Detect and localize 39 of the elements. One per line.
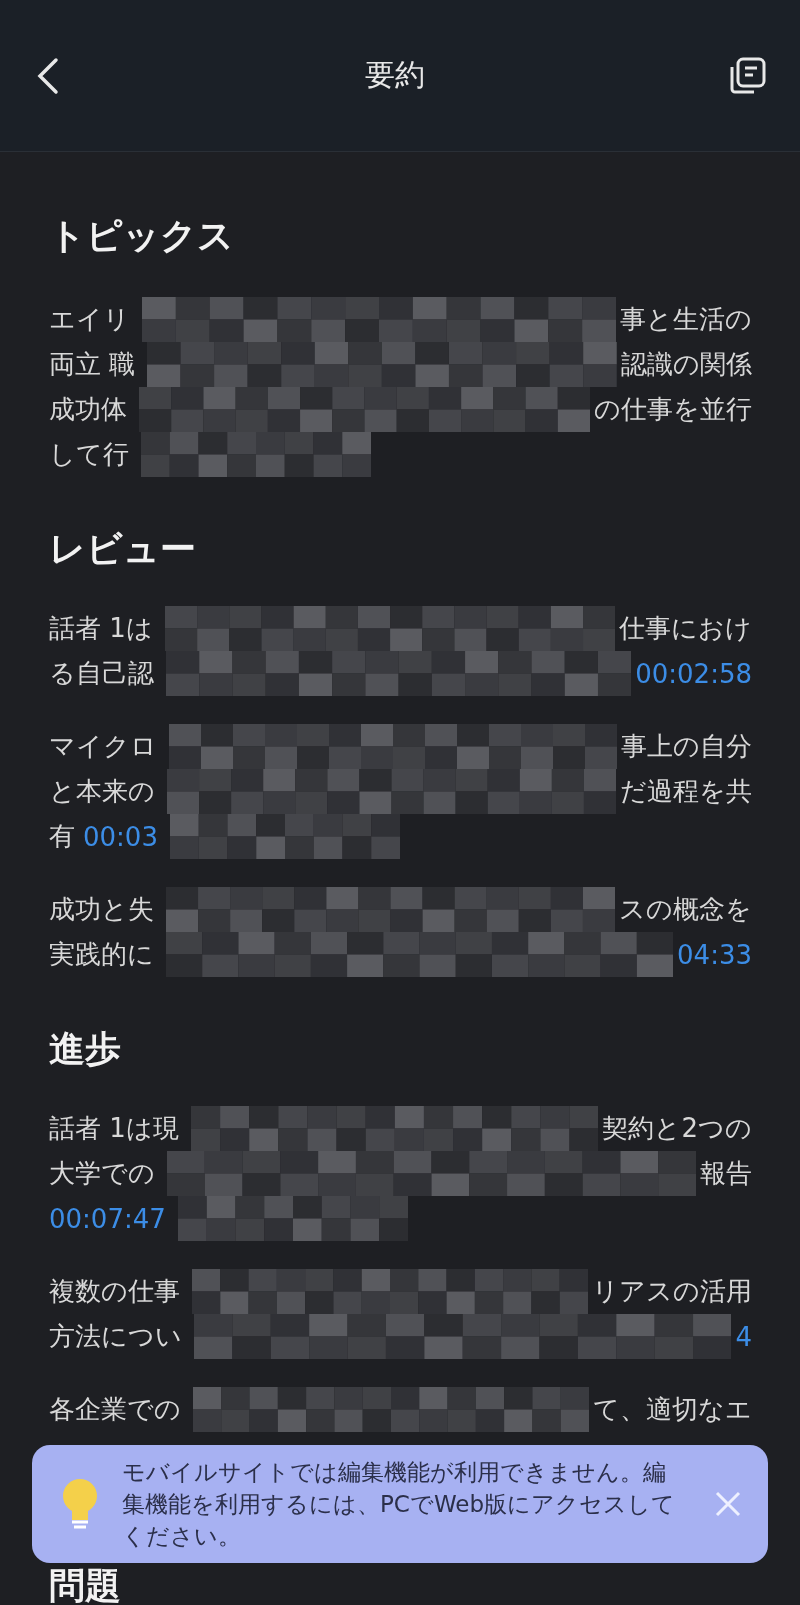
timestamp-link[interactable]: 04:33 — [677, 939, 752, 970]
summary-text: 成功と失 — [49, 893, 154, 926]
timestamp-link[interactable]: 00:07:47 — [49, 1203, 166, 1234]
summary-text: 大学での — [49, 1157, 155, 1190]
summary-text: 両立 職 — [49, 348, 136, 381]
summary-text: リアスの活用 — [592, 1275, 752, 1308]
summary-text: 事と生活の — [620, 303, 752, 336]
summary-text: して行 — [49, 438, 129, 471]
section-heading: トピックス — [49, 214, 235, 258]
summary-text: て、適切なエ — [593, 1393, 752, 1426]
summary-text: 仕事におけ — [619, 612, 752, 645]
timestamp-link[interactable]: 00:02:58 — [635, 658, 752, 689]
summary-text: マイクロ — [49, 730, 157, 763]
summary-text: の仕事を並行 — [594, 393, 752, 426]
summary-text: 複数の仕事 — [49, 1275, 180, 1308]
summary-text: 事上の自分 — [621, 730, 752, 763]
summary-text: 実践的に — [49, 938, 154, 971]
summary-text: 報告 — [700, 1157, 752, 1190]
section-heading: レビュー — [49, 527, 197, 571]
timestamp-link[interactable]: 00:03 — [83, 821, 158, 852]
summary-text: と本来の — [49, 775, 155, 808]
summary-text: 話者 1は — [49, 612, 153, 645]
summary-text: 各企業での — [49, 1393, 181, 1426]
summary-text: 方法につい — [49, 1320, 182, 1353]
section-heading: 進歩 — [49, 1027, 122, 1071]
lightbulb-icon — [60, 1476, 100, 1532]
page-title: 要約 — [365, 56, 425, 94]
summary-text: スの概念を — [619, 893, 752, 926]
summary-text: だ過程を共 — [620, 775, 752, 808]
summary-text: 契約と2つの — [602, 1112, 752, 1145]
timestamp-link[interactable]: 4 — [735, 1321, 752, 1352]
section-heading: 問題 — [49, 1567, 122, 1605]
summary-text: エイリ — [49, 303, 130, 336]
summary-text: る自己認 — [49, 657, 154, 690]
summary-text: 話者 1は現 — [49, 1112, 179, 1145]
banner-message: モバイルサイトでは編集機能が利用できません。編集機能を利用するには、PCでWeb版にアクセスしてください。 — [122, 1458, 677, 1551]
summary-text: 認識の関係 — [621, 348, 752, 381]
summary-text: 有 — [49, 820, 75, 853]
summary-text: 成功体 — [49, 393, 127, 426]
